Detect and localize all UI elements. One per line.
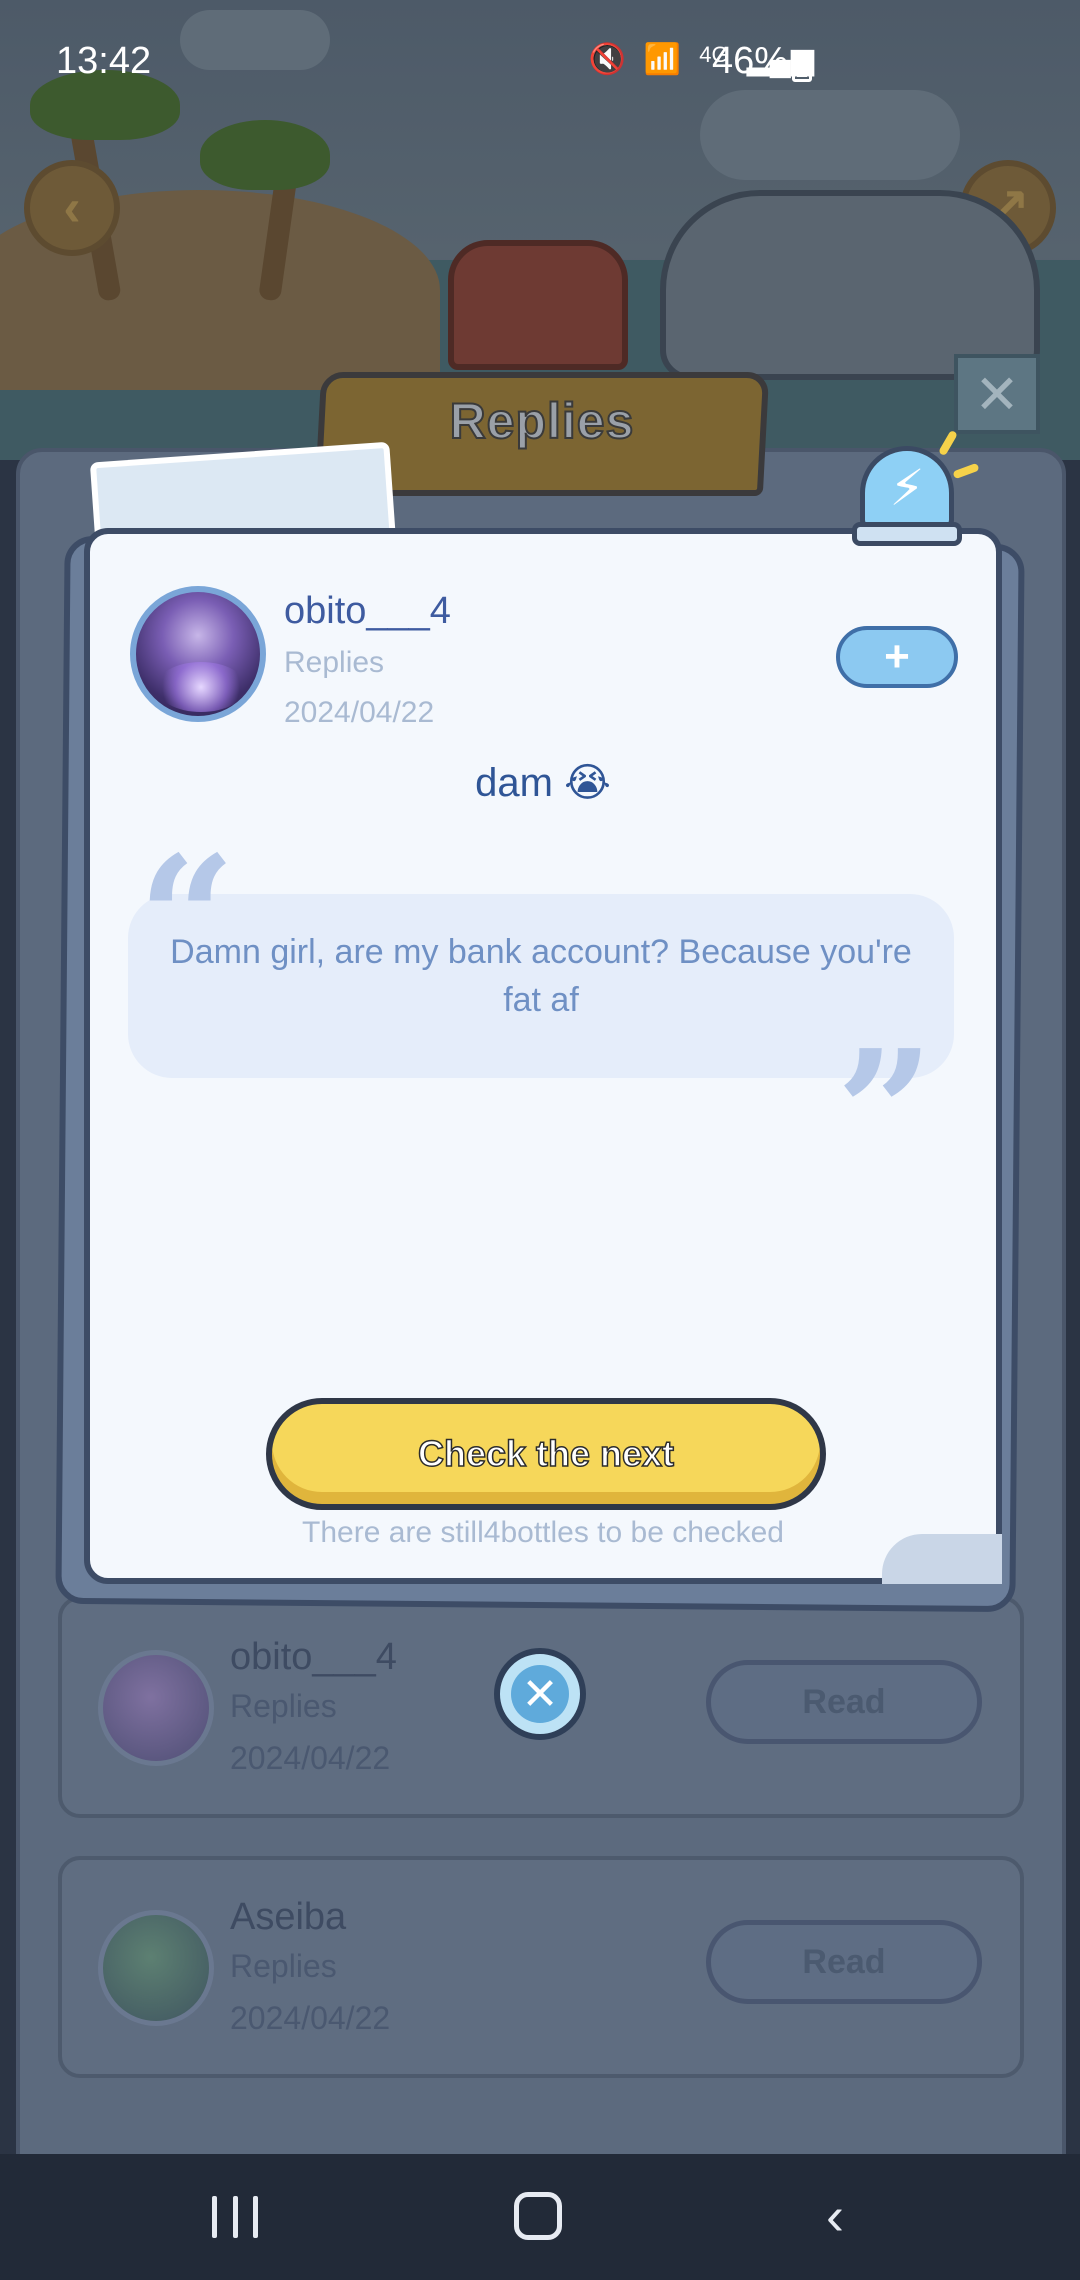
alarm-base bbox=[852, 522, 962, 546]
reply-card: obito___4 Replies 2024/04/22 + dam 😭 “ D… bbox=[84, 528, 1002, 1584]
wifi-icon: 📶 bbox=[643, 43, 682, 76]
status-bar: 13:42 🔇 📶 4G ▂▄▆ 46% bbox=[0, 0, 1080, 130]
close-icon: ✕ bbox=[511, 1665, 569, 1723]
bottle-tank bbox=[660, 190, 1040, 380]
lightning-icon: ⚡ bbox=[860, 446, 954, 530]
mailbox-icon bbox=[448, 240, 628, 370]
battery-percent: 46% bbox=[712, 40, 789, 82]
close-card-button[interactable]: ✕ bbox=[494, 1648, 586, 1740]
card-subtitle: Replies bbox=[284, 646, 385, 679]
back-arrow-icon: ‹ bbox=[63, 179, 81, 237]
reply-message: dam 😭 bbox=[475, 761, 611, 805]
list-item-name: obito___4 bbox=[230, 1636, 397, 1678]
list-item-date: 2024/04/22 bbox=[230, 1740, 391, 1776]
list-item-date: 2024/04/22 bbox=[230, 2000, 391, 2036]
read-button[interactable]: Read bbox=[706, 1660, 982, 1744]
check-next-button[interactable]: Check the next bbox=[266, 1398, 826, 1510]
status-time: 13:42 bbox=[56, 40, 152, 82]
close-quote-icon: ” bbox=[836, 1028, 934, 1138]
close-panel-button[interactable]: ✕ bbox=[954, 354, 1040, 434]
plus-icon: + bbox=[884, 632, 910, 681]
close-icon: ✕ bbox=[974, 364, 1020, 425]
avatar bbox=[98, 1650, 214, 1766]
back-scene-button: ‹ bbox=[24, 160, 120, 256]
palm-tree-leaves bbox=[200, 120, 330, 190]
remaining-bottles-text: There are still4bottles to be checked bbox=[302, 1516, 784, 1549]
list-item-subtitle: Replies bbox=[230, 1688, 337, 1724]
battery-icon bbox=[792, 50, 812, 82]
avatar bbox=[98, 1910, 214, 2026]
home-button[interactable] bbox=[514, 2192, 562, 2240]
page-fold bbox=[882, 1534, 1002, 1584]
quoted-text: Damn girl, are my bank account? Because … bbox=[170, 933, 912, 1019]
avatar-art bbox=[156, 662, 246, 712]
card-date: 2024/04/22 bbox=[284, 696, 435, 729]
add-friend-button[interactable]: + bbox=[836, 626, 958, 688]
panel-title: Replies bbox=[449, 392, 635, 450]
recent-apps-button[interactable] bbox=[212, 2196, 258, 2238]
list-item-name: Aseiba bbox=[230, 1896, 347, 1938]
alarm-lightning-icon: ⚡ bbox=[852, 429, 980, 546]
list-item: Aseiba Replies 2024/04/22 Read bbox=[58, 1856, 1024, 2078]
list-item-subtitle: Replies bbox=[230, 1948, 337, 1984]
read-button[interactable]: Read bbox=[706, 1920, 982, 2004]
mute-icon: 🔇 bbox=[588, 43, 626, 76]
author-name: obito___4 bbox=[284, 590, 451, 632]
author-avatar[interactable] bbox=[130, 586, 266, 722]
back-button[interactable]: ‹ bbox=[826, 2189, 856, 2243]
